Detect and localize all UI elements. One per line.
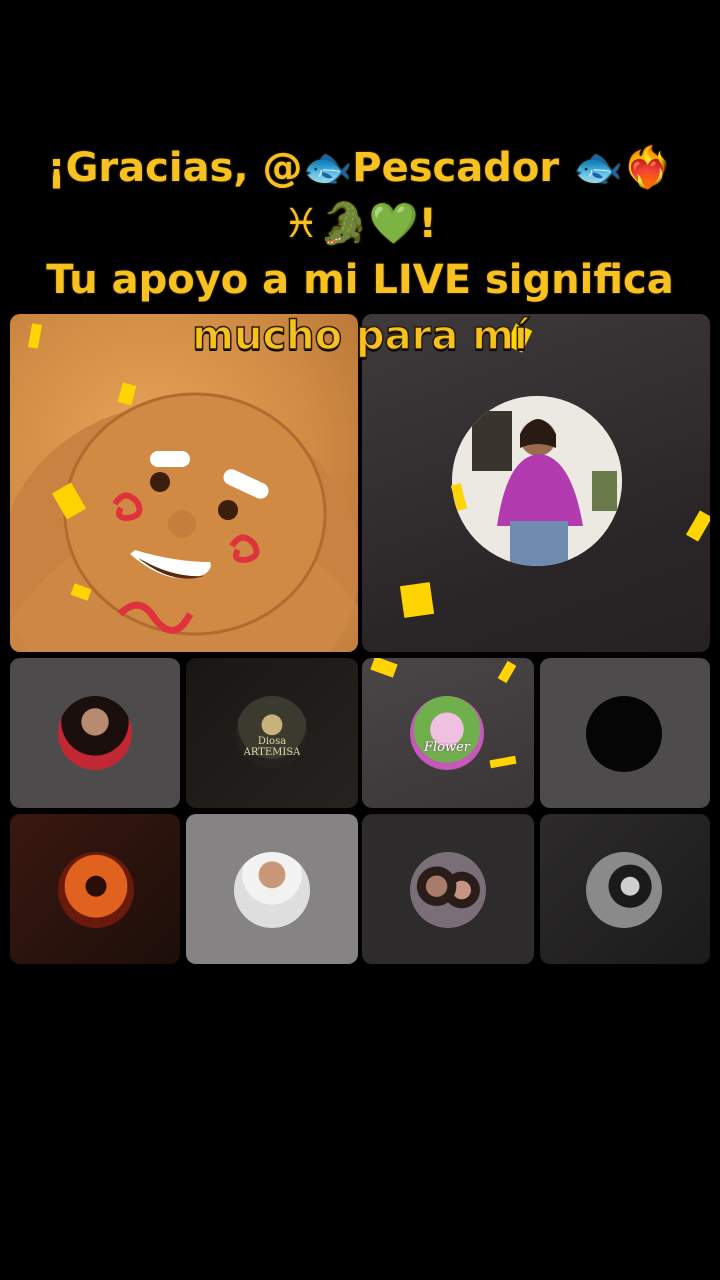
guest-tile-6[interactable] <box>186 814 358 964</box>
guest-avatar-bw <box>586 852 662 928</box>
banner-line-4: mucho para mí <box>192 312 529 360</box>
thanks-banner: ¡Gracias, @🐟Pescador 🐟❤️‍🔥 ♓🐊💚! Tu apoyo… <box>0 140 720 364</box>
guest-avatar-main <box>452 396 622 566</box>
guest-tile-main[interactable] <box>362 314 710 652</box>
guest-avatar-fire-angel <box>58 852 134 928</box>
banner-line-3: Tu apoyo a mi LIVE significa <box>46 257 674 303</box>
guest-avatar-empty <box>586 696 662 772</box>
guest-avatar-family <box>410 852 486 928</box>
guest-tile-4[interactable] <box>540 658 710 808</box>
artemisa-logo-text: Diosa ARTEMISA <box>243 736 301 758</box>
guest-tile-3[interactable]: Flower <box>362 658 534 808</box>
guest-avatar-artemisa: Diosa ARTEMISA <box>236 696 308 768</box>
guest-tile-2[interactable]: Diosa ARTEMISA <box>186 658 358 808</box>
banner-line-1: ¡Gracias, @🐟Pescador 🐟❤️‍🔥 <box>47 145 673 191</box>
guest-tile-1[interactable] <box>10 658 180 808</box>
banner-line-2: ♓🐊💚! <box>283 201 437 247</box>
guest-avatar-cartoon-boy <box>234 852 310 928</box>
host-tile-gingerbread[interactable] <box>10 314 358 652</box>
gingerbread-illustration <box>10 392 358 652</box>
guest-tile-7[interactable] <box>362 814 534 964</box>
flower-logo-text: Flower <box>423 740 471 755</box>
guest-avatar-flower: Flower <box>410 696 484 770</box>
guest-tile-8[interactable] <box>540 814 710 964</box>
guest-tile-5[interactable] <box>10 814 180 964</box>
guest-avatar-1 <box>58 696 132 770</box>
